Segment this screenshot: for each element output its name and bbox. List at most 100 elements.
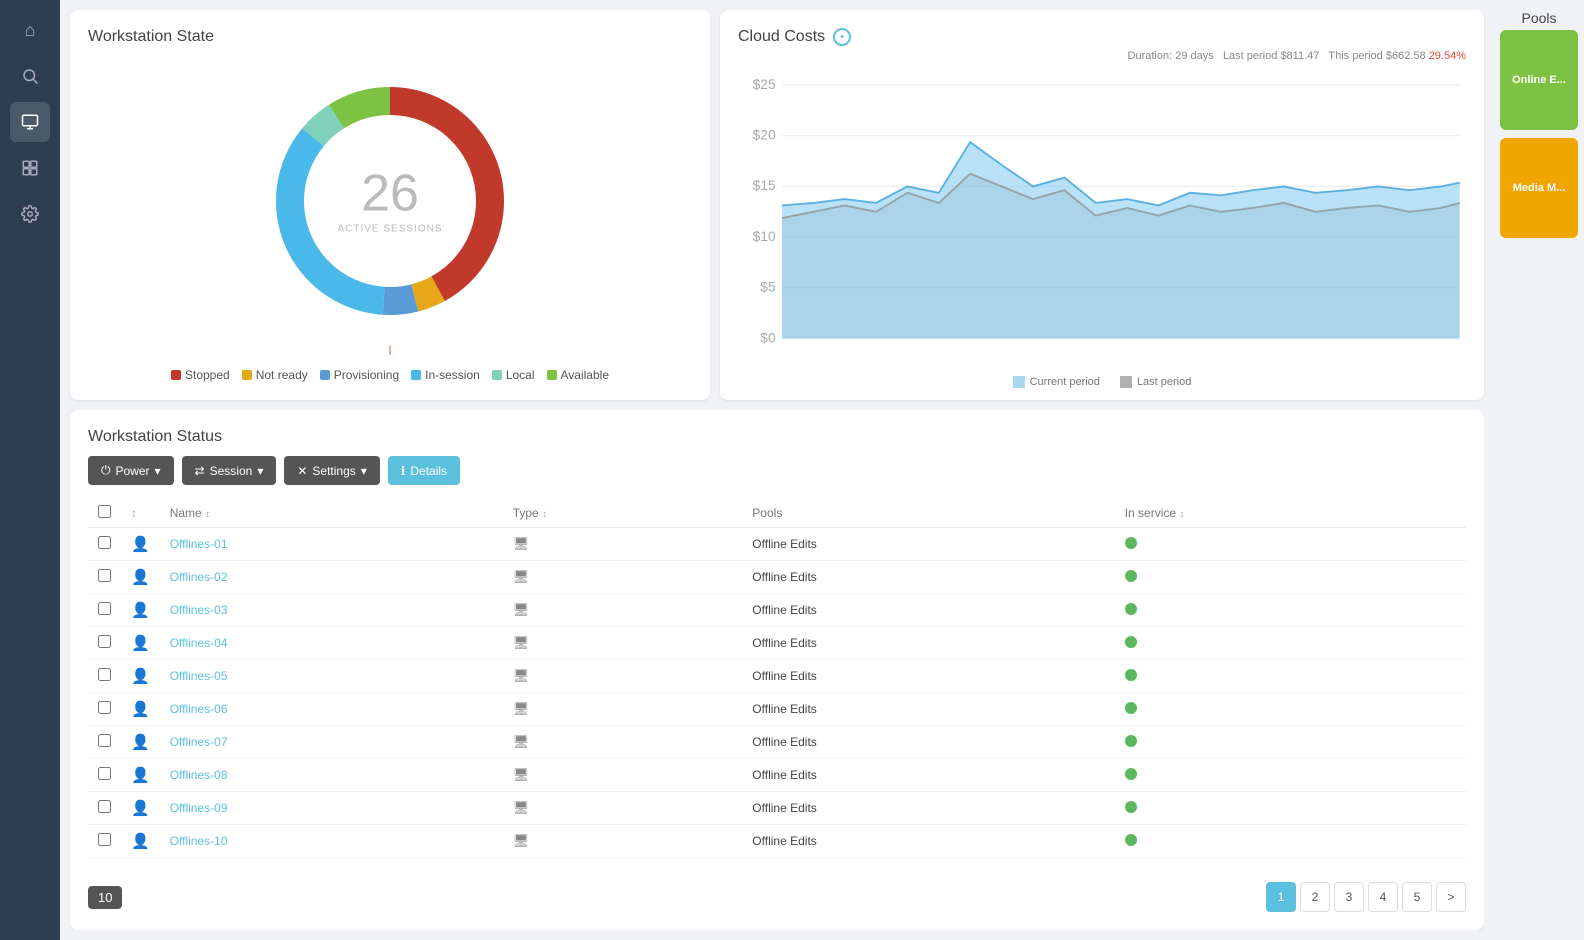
settings-button[interactable]: ✕ Settings ▾ bbox=[284, 456, 379, 485]
row-checkbox-3[interactable] bbox=[98, 635, 111, 648]
row-pool-cell: Offline Edits bbox=[742, 528, 1114, 561]
row-pool-cell: Offline Edits bbox=[742, 693, 1114, 726]
row-inservice-cell bbox=[1115, 759, 1466, 792]
svg-text:$15: $15 bbox=[753, 177, 776, 193]
table-row: 👤 Offlines-01 🖥 Offline Edits bbox=[88, 528, 1466, 561]
row-checkbox-6[interactable] bbox=[98, 734, 111, 747]
session-button[interactable]: ⇄ Session ▾ bbox=[182, 456, 277, 485]
row-user-icon-cell: 👤 bbox=[121, 759, 160, 792]
page-next-button[interactable]: > bbox=[1436, 882, 1466, 912]
cost-meta: Duration: 29 days Last period $811.47 Th… bbox=[738, 50, 1466, 62]
row-type-cell: 🖥 bbox=[503, 726, 743, 759]
user-icon: 👤 bbox=[131, 536, 150, 553]
row-user-icon-cell: 👤 bbox=[121, 594, 160, 627]
legend-stopped: Stopped bbox=[171, 368, 230, 382]
power-label: Power bbox=[116, 464, 150, 478]
col-name-header[interactable]: Name ↕ bbox=[160, 499, 503, 528]
row-name-cell: Offlines-03 bbox=[160, 594, 503, 627]
row-inservice-cell bbox=[1115, 726, 1466, 759]
col-sort-header[interactable]: ↕ bbox=[121, 499, 160, 528]
table-row: 👤 Offlines-06 🖥 Offline Edits bbox=[88, 693, 1466, 726]
pool-item-media[interactable]: Media M... bbox=[1500, 138, 1578, 238]
row-checkbox-2[interactable] bbox=[98, 602, 111, 615]
donut-center: 26 ACTIVE SESSIONS bbox=[337, 167, 442, 234]
last-period-value: $811.47 bbox=[1280, 50, 1319, 62]
in-service-indicator bbox=[1125, 702, 1137, 714]
page-size-badge: 10 bbox=[88, 886, 122, 909]
in-service-indicator bbox=[1125, 768, 1137, 780]
main-content: Workstation State 26 ACTIVE SESSIONS bbox=[60, 0, 1494, 940]
pool-item-online[interactable]: Online E... bbox=[1500, 30, 1578, 130]
page-2-button[interactable]: 2 bbox=[1300, 882, 1330, 912]
table-row: 👤 Offlines-10 🖥 Offline Edits bbox=[88, 825, 1466, 858]
cost-chart-svg: $25 $20 $15 $10 $5 $0 bbox=[738, 66, 1466, 370]
power-dropdown-icon: ▾ bbox=[155, 464, 161, 478]
svg-text:$20: $20 bbox=[753, 126, 776, 142]
power-button[interactable]: ⏻ Power ▾ bbox=[88, 456, 174, 485]
sidebar-monitor-icon[interactable] bbox=[10, 102, 50, 142]
sidebar-search-icon[interactable] bbox=[10, 56, 50, 96]
row-checkbox-7[interactable] bbox=[98, 767, 111, 780]
workstation-state-title: Workstation State bbox=[88, 28, 692, 46]
session-label: Session bbox=[210, 464, 253, 478]
bottom-row: Workstation Status ⏻ Power ▾ ⇄ Session ▾… bbox=[70, 410, 1484, 930]
in-service-indicator bbox=[1125, 636, 1137, 648]
row-pool-cell: Offline Edits bbox=[742, 561, 1114, 594]
workstation-state-card: Workstation State 26 ACTIVE SESSIONS bbox=[70, 10, 710, 400]
row-inservice-cell bbox=[1115, 528, 1466, 561]
user-icon: 👤 bbox=[131, 569, 150, 586]
sidebar: ⌂ bbox=[0, 0, 60, 940]
page-3-button[interactable]: 3 bbox=[1334, 882, 1364, 912]
pools-title: Pools bbox=[1500, 10, 1578, 26]
page-4-button[interactable]: 4 bbox=[1368, 882, 1398, 912]
svg-text:$0: $0 bbox=[760, 329, 776, 345]
pool-online-label: Online E... bbox=[1512, 74, 1566, 86]
last-period-label: Last period bbox=[1137, 376, 1191, 388]
type-sort-icon: ↕ bbox=[542, 509, 547, 520]
current-period-color bbox=[1013, 376, 1025, 388]
table-row: 👤 Offlines-04 🖥 Offline Edits bbox=[88, 627, 1466, 660]
row-inservice-cell bbox=[1115, 561, 1466, 594]
sidebar-settings-icon[interactable] bbox=[10, 194, 50, 234]
page-1-button[interactable]: 1 bbox=[1266, 882, 1296, 912]
row-checkbox-9[interactable] bbox=[98, 833, 111, 846]
row-name-cell: Offlines-02 bbox=[160, 561, 503, 594]
this-period-label: This period bbox=[1328, 50, 1382, 62]
workstation-status-wrap: Workstation Status ⏻ Power ▾ ⇄ Session ▾… bbox=[70, 410, 1484, 930]
donut-container: 26 ACTIVE SESSIONS bbox=[88, 56, 692, 345]
in-service-indicator bbox=[1125, 834, 1137, 846]
chart-legend: Current period Last period bbox=[738, 376, 1466, 388]
provisioning-dot bbox=[320, 370, 330, 380]
sidebar-home-icon[interactable]: ⌂ bbox=[10, 10, 50, 50]
row-checkbox-0[interactable] bbox=[98, 536, 111, 549]
row-type-cell: 🖥 bbox=[503, 660, 743, 693]
in-service-indicator bbox=[1125, 570, 1137, 582]
row-checkbox-4[interactable] bbox=[98, 668, 111, 681]
workstation-table-body: 👤 Offlines-01 🖥 Offline Edits 👤 Offlines… bbox=[88, 528, 1466, 858]
row-checkbox-8[interactable] bbox=[98, 800, 111, 813]
legend-local-label: Local bbox=[506, 368, 535, 382]
row-checkbox-5[interactable] bbox=[98, 701, 111, 714]
row-checkbox-cell bbox=[88, 594, 121, 627]
row-type-cell: 🖥 bbox=[503, 627, 743, 660]
col-pools-header[interactable]: Pools bbox=[742, 499, 1114, 528]
row-checkbox-cell bbox=[88, 561, 121, 594]
cloud-costs-info-badge[interactable]: • bbox=[833, 28, 851, 46]
row-checkbox-cell bbox=[88, 825, 121, 858]
details-button[interactable]: ℹ Details bbox=[388, 456, 460, 485]
sidebar-layers-icon[interactable] bbox=[10, 148, 50, 188]
monitor-type-icon: 🖥 bbox=[513, 701, 530, 716]
legend-available: Available bbox=[547, 368, 609, 382]
col-type-header[interactable]: Type ↕ bbox=[503, 499, 743, 528]
col-inservice-header[interactable]: In service ↕ bbox=[1115, 499, 1466, 528]
in-service-indicator bbox=[1125, 669, 1137, 681]
table-header-row: ↕ Name ↕ Type ↕ Pools In service ↕ bbox=[88, 499, 1466, 528]
active-sessions-label: ACTIVE SESSIONS bbox=[337, 223, 442, 234]
page-5-button[interactable]: 5 bbox=[1402, 882, 1432, 912]
status-toolbar: ⏻ Power ▾ ⇄ Session ▾ ✕ Settings ▾ bbox=[88, 456, 1466, 485]
row-checkbox-1[interactable] bbox=[98, 569, 111, 582]
not-ready-dot bbox=[242, 370, 252, 380]
select-all-checkbox[interactable] bbox=[98, 505, 111, 518]
table-row: 👤 Offlines-08 🖥 Offline Edits bbox=[88, 759, 1466, 792]
row-user-icon-cell: 👤 bbox=[121, 561, 160, 594]
